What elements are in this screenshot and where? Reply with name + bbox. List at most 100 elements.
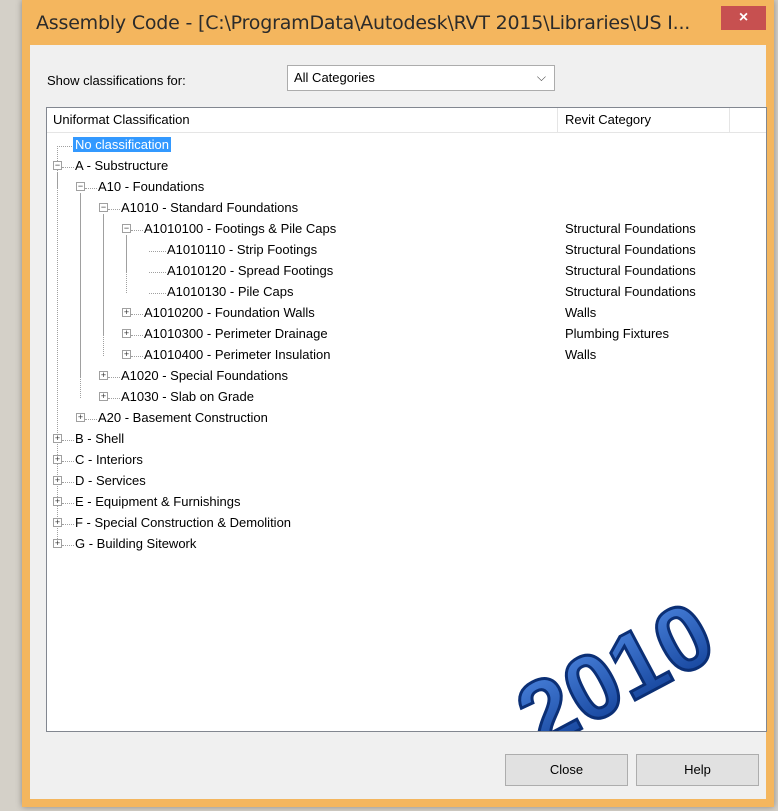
classification-tree[interactable]: Uniformat Classification Revit Category …	[46, 107, 767, 732]
tree-row[interactable]: A1010110 - Strip Footings Structural Foun…	[47, 240, 766, 261]
tree-connector	[85, 419, 97, 420]
tree-row[interactable]: + E - Equipment & Furnishings	[47, 492, 766, 513]
revit-category-cell: Structural Foundations	[565, 263, 696, 278]
watermark-2010: 2010	[500, 581, 732, 732]
tree-connector	[62, 545, 74, 546]
tree-row[interactable]: No classification	[47, 135, 766, 156]
tree-row[interactable]: + A1030 - Slab on Grade	[47, 387, 766, 408]
tree-row[interactable]: + A1020 - Special Foundations	[47, 366, 766, 387]
expand-icon[interactable]: +	[122, 308, 131, 317]
tree-row[interactable]: − A10 - Foundations	[47, 177, 766, 198]
show-classifications-label: Show classifications for:	[47, 73, 186, 88]
tree-connector	[62, 440, 74, 441]
tree-row[interactable]: A1010130 - Pile Caps Structural Foundatio…	[47, 282, 766, 303]
tree-item-label: A1030 - Slab on Grade	[121, 389, 254, 404]
expand-icon[interactable]: +	[122, 350, 131, 359]
tree-connector	[131, 356, 143, 357]
revit-category-cell: Structural Foundations	[565, 221, 696, 236]
window-title: Assembly Code - [C:\ProgramData\Autodesk…	[36, 12, 691, 34]
close-window-button[interactable]: ×	[721, 6, 766, 30]
category-filter-dropdown[interactable]: All Categories ⌵	[287, 65, 555, 91]
revit-category-cell: Plumbing Fixtures	[565, 326, 670, 341]
tree-row[interactable]: + A1010400 - Perimeter Insulation Walls	[47, 345, 766, 366]
column-header-uniformat[interactable]: Uniformat Classification	[53, 112, 190, 127]
expand-icon[interactable]: +	[53, 539, 62, 548]
tree-item-label: A1020 - Special Foundations	[121, 368, 288, 383]
assembly-code-dialog: Assembly Code - [C:\ProgramData\Autodesk…	[22, 0, 774, 807]
tree-connector	[62, 167, 74, 168]
expand-icon[interactable]: +	[53, 497, 62, 506]
tree-row[interactable]: + A1010200 - Foundation Walls Walls	[47, 303, 766, 324]
tree-row[interactable]: + F - Special Construction & Demolition	[47, 513, 766, 534]
tree-connector	[131, 230, 143, 231]
tree-connector	[149, 293, 166, 294]
tree-item-label: A20 - Basement Construction	[98, 410, 268, 425]
column-divider[interactable]	[729, 108, 730, 132]
revit-category-cell: Structural Foundations	[565, 284, 696, 299]
tree-item-label: C - Interiors	[75, 452, 143, 467]
tree-row[interactable]: − A1010 - Standard Foundations	[47, 198, 766, 219]
tree-row[interactable]: A1010120 - Spread Footings Structural Fou…	[47, 261, 766, 282]
tree-connector	[62, 482, 74, 483]
title-bar[interactable]: Assembly Code - [C:\ProgramData\Autodesk…	[22, 0, 774, 45]
tree-item-label: A - Substructure	[75, 158, 169, 173]
tree-item-label: A1010400 - Perimeter Insulation	[144, 347, 331, 362]
expand-icon[interactable]: +	[53, 518, 62, 527]
collapse-icon[interactable]: −	[76, 182, 85, 191]
expand-icon[interactable]: +	[53, 434, 62, 443]
revit-category-cell: Walls	[565, 305, 597, 320]
tree-connector	[57, 146, 74, 147]
help-button[interactable]: Help	[636, 754, 759, 786]
tree-connector	[149, 272, 166, 273]
tree-connector	[62, 461, 74, 462]
tree-item-label: B - Shell	[75, 431, 125, 446]
tree-row[interactable]: + A1010300 - Perimeter Drainage Plumbing F…	[47, 324, 766, 345]
tree-connector	[62, 524, 74, 525]
tree-item-label: A1010110 - Strip Footings	[167, 242, 318, 257]
tree-connector	[131, 335, 143, 336]
revit-category-cell: Walls	[565, 347, 597, 362]
tree-item-label: A1010 - Standard Foundations	[121, 200, 299, 215]
tree-connector	[108, 377, 120, 378]
tree-row[interactable]: + G - Building Sitework	[47, 534, 766, 555]
tree-row[interactable]: − A1010100 - Footings & Pile Caps Structur…	[47, 219, 766, 240]
expand-icon[interactable]: +	[122, 329, 131, 338]
tree-item-label: G - Building Sitework	[75, 536, 197, 551]
tree-connector	[131, 314, 143, 315]
tree-item-label: A1010300 - Perimeter Drainage	[144, 326, 328, 341]
collapse-icon[interactable]: −	[122, 224, 131, 233]
tree-item-label: E - Equipment & Furnishings	[75, 494, 241, 509]
revit-category-cell: Structural Foundations	[565, 242, 696, 257]
tree-item-label: F - Special Construction & Demolition	[75, 515, 292, 530]
dropdown-selected-value: All Categories	[294, 70, 375, 85]
tree-row[interactable]: + D - Services	[47, 471, 766, 492]
expand-icon[interactable]: +	[53, 455, 62, 464]
tree-row[interactable]: + A20 - Basement Construction	[47, 408, 766, 429]
tree-item-label: A1010130 - Pile Caps	[167, 284, 294, 299]
tree-row[interactable]: + B - Shell	[47, 429, 766, 450]
expand-icon[interactable]: +	[76, 413, 85, 422]
watermark-text: 2010	[501, 582, 730, 732]
tree-connector	[108, 209, 120, 210]
collapse-icon[interactable]: −	[53, 161, 62, 170]
tree-item-label: No classification	[73, 137, 171, 152]
tree-row[interactable]: + C - Interiors	[47, 450, 766, 471]
tree-connector	[108, 398, 120, 399]
close-button[interactable]: Close	[505, 754, 628, 786]
tree-item-label: D - Services	[75, 473, 146, 488]
column-header-revit-category[interactable]: Revit Category	[565, 112, 651, 127]
column-divider[interactable]	[557, 108, 558, 132]
expand-icon[interactable]: +	[53, 476, 62, 485]
tree-item-label: A1010100 - Footings & Pile Caps	[144, 221, 337, 236]
tree-header: Uniformat Classification Revit Category	[47, 108, 766, 133]
expand-icon[interactable]: +	[99, 392, 108, 401]
chevron-down-icon[interactable]: ⌵	[537, 70, 546, 85]
expand-icon[interactable]: +	[99, 371, 108, 380]
dialog-body: Show classifications for: All Categories…	[30, 45, 767, 799]
tree-item-label: A10 - Foundations	[98, 179, 205, 194]
tree-row[interactable]: − A - Substructure	[47, 156, 766, 177]
tree-item-label: A1010200 - Foundation Walls	[144, 305, 315, 320]
tree-connector	[62, 503, 74, 504]
tree-connector	[85, 188, 97, 189]
collapse-icon[interactable]: −	[99, 203, 108, 212]
